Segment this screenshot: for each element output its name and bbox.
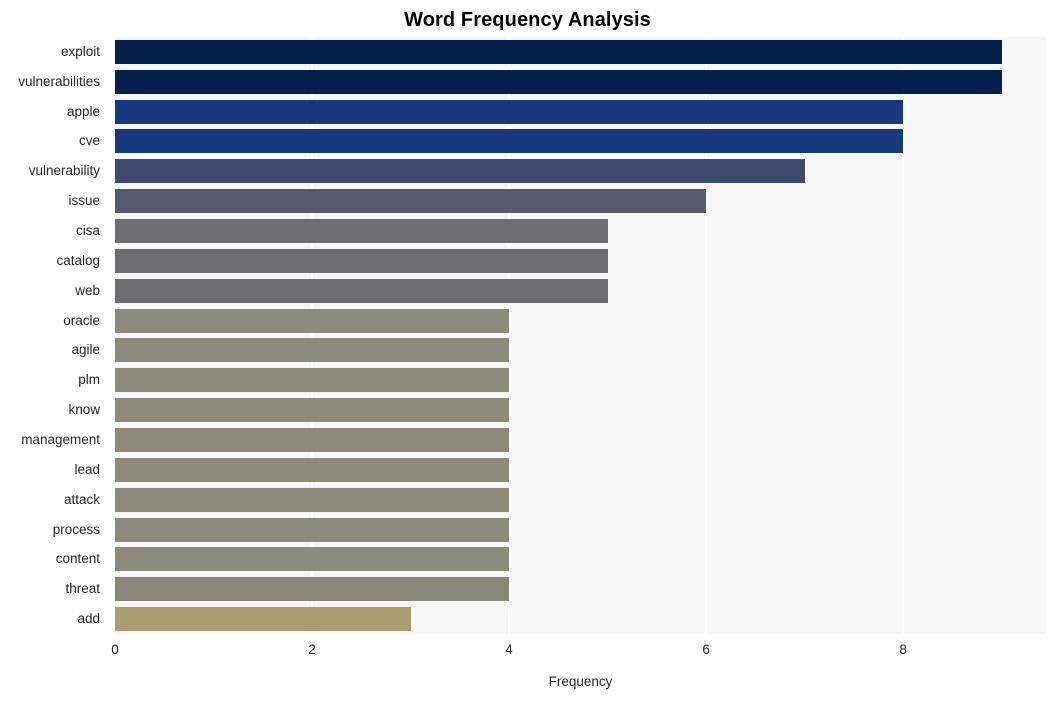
y-tick-label-oracle: oracle — [63, 312, 100, 328]
bar-add[interactable] — [115, 607, 411, 632]
bar-row — [115, 547, 1046, 572]
bar-row — [115, 338, 1046, 363]
bar-row — [115, 308, 1046, 333]
bar-row — [115, 577, 1046, 602]
y-tick-label-issue: issue — [68, 193, 100, 209]
y-tick-label-apple: apple — [66, 103, 100, 119]
y-tick-label-management: management — [21, 431, 100, 447]
bar-plm[interactable] — [115, 368, 510, 393]
x-tick-label-0: 0 — [111, 642, 119, 657]
y-tick-label-know: know — [68, 402, 100, 418]
bar-row — [115, 159, 1046, 184]
y-tick-label-vulnerability: vulnerability — [28, 163, 100, 179]
bar-row — [115, 99, 1046, 124]
bar-issue[interactable] — [115, 189, 707, 214]
x-tick-label-2: 2 — [308, 642, 316, 657]
y-tick-label-cve: cve — [78, 133, 100, 149]
bar-row — [115, 129, 1046, 154]
bar-cisa[interactable] — [115, 219, 608, 244]
bar-content[interactable] — [115, 547, 510, 572]
bar-row — [115, 517, 1046, 542]
bar-row — [115, 368, 1046, 393]
y-axis-labels: exploit vulnerabilities apple cve vulnerabil… — [0, 37, 108, 634]
bar-management[interactable] — [115, 427, 510, 452]
y-tick-label-plm: plm — [78, 372, 100, 388]
bar-row — [115, 39, 1046, 64]
y-tick-label-lead: lead — [74, 461, 100, 477]
bar-know[interactable] — [115, 398, 510, 423]
bar-lead[interactable] — [115, 457, 510, 482]
y-tick-label-catalog: catalog — [56, 252, 100, 268]
y-tick-label-vulnerabilities: vulnerabilities — [18, 73, 100, 89]
bar-row — [115, 219, 1046, 244]
bar-catalog[interactable] — [115, 248, 608, 273]
bar-apple[interactable] — [115, 99, 904, 124]
bar-row — [115, 189, 1046, 214]
bar-row — [115, 398, 1046, 423]
bar-row — [115, 427, 1046, 452]
y-tick-label-threat: threat — [65, 581, 100, 597]
bar-row — [115, 487, 1046, 512]
word-frequency-bar-chart: Word Frequency Analysis exploit vulnerabi… — [0, 0, 1055, 701]
bar-oracle[interactable] — [115, 308, 510, 333]
plot-area — [115, 37, 1046, 634]
bar-row — [115, 69, 1046, 94]
y-tick-label-content: content — [55, 551, 100, 567]
bar-attack[interactable] — [115, 487, 510, 512]
y-tick-label-cisa: cisa — [75, 223, 100, 239]
bar-row — [115, 248, 1046, 273]
bar-agile[interactable] — [115, 338, 510, 363]
x-tick-label-8: 8 — [899, 642, 907, 657]
bar-threat[interactable] — [115, 577, 510, 602]
x-tick-label-6: 6 — [702, 642, 710, 657]
bar-row — [115, 457, 1046, 482]
y-tick-label-add: add — [77, 611, 100, 627]
bar-vulnerability[interactable] — [115, 159, 805, 184]
y-tick-label-web: web — [75, 282, 100, 298]
x-axis: 0 2 4 6 8 Frequency — [0, 634, 1055, 701]
bar-row — [115, 278, 1046, 303]
chart-title: Word Frequency Analysis — [404, 9, 651, 31]
bars-layer — [115, 37, 1046, 634]
bar-vulnerabilities[interactable] — [115, 69, 1002, 94]
bar-web[interactable] — [115, 278, 608, 303]
y-tick-label-attack: attack — [63, 491, 100, 507]
y-tick-label-agile: agile — [71, 342, 100, 358]
bar-process[interactable] — [115, 517, 510, 542]
x-tick-label-4: 4 — [505, 642, 513, 657]
y-tick-label-exploit: exploit — [60, 43, 100, 59]
x-axis-title: Frequency — [548, 674, 613, 689]
y-tick-label-process: process — [52, 521, 100, 537]
bar-cve[interactable] — [115, 129, 904, 154]
bar-exploit[interactable] — [115, 39, 1002, 64]
bar-row — [115, 607, 1046, 632]
